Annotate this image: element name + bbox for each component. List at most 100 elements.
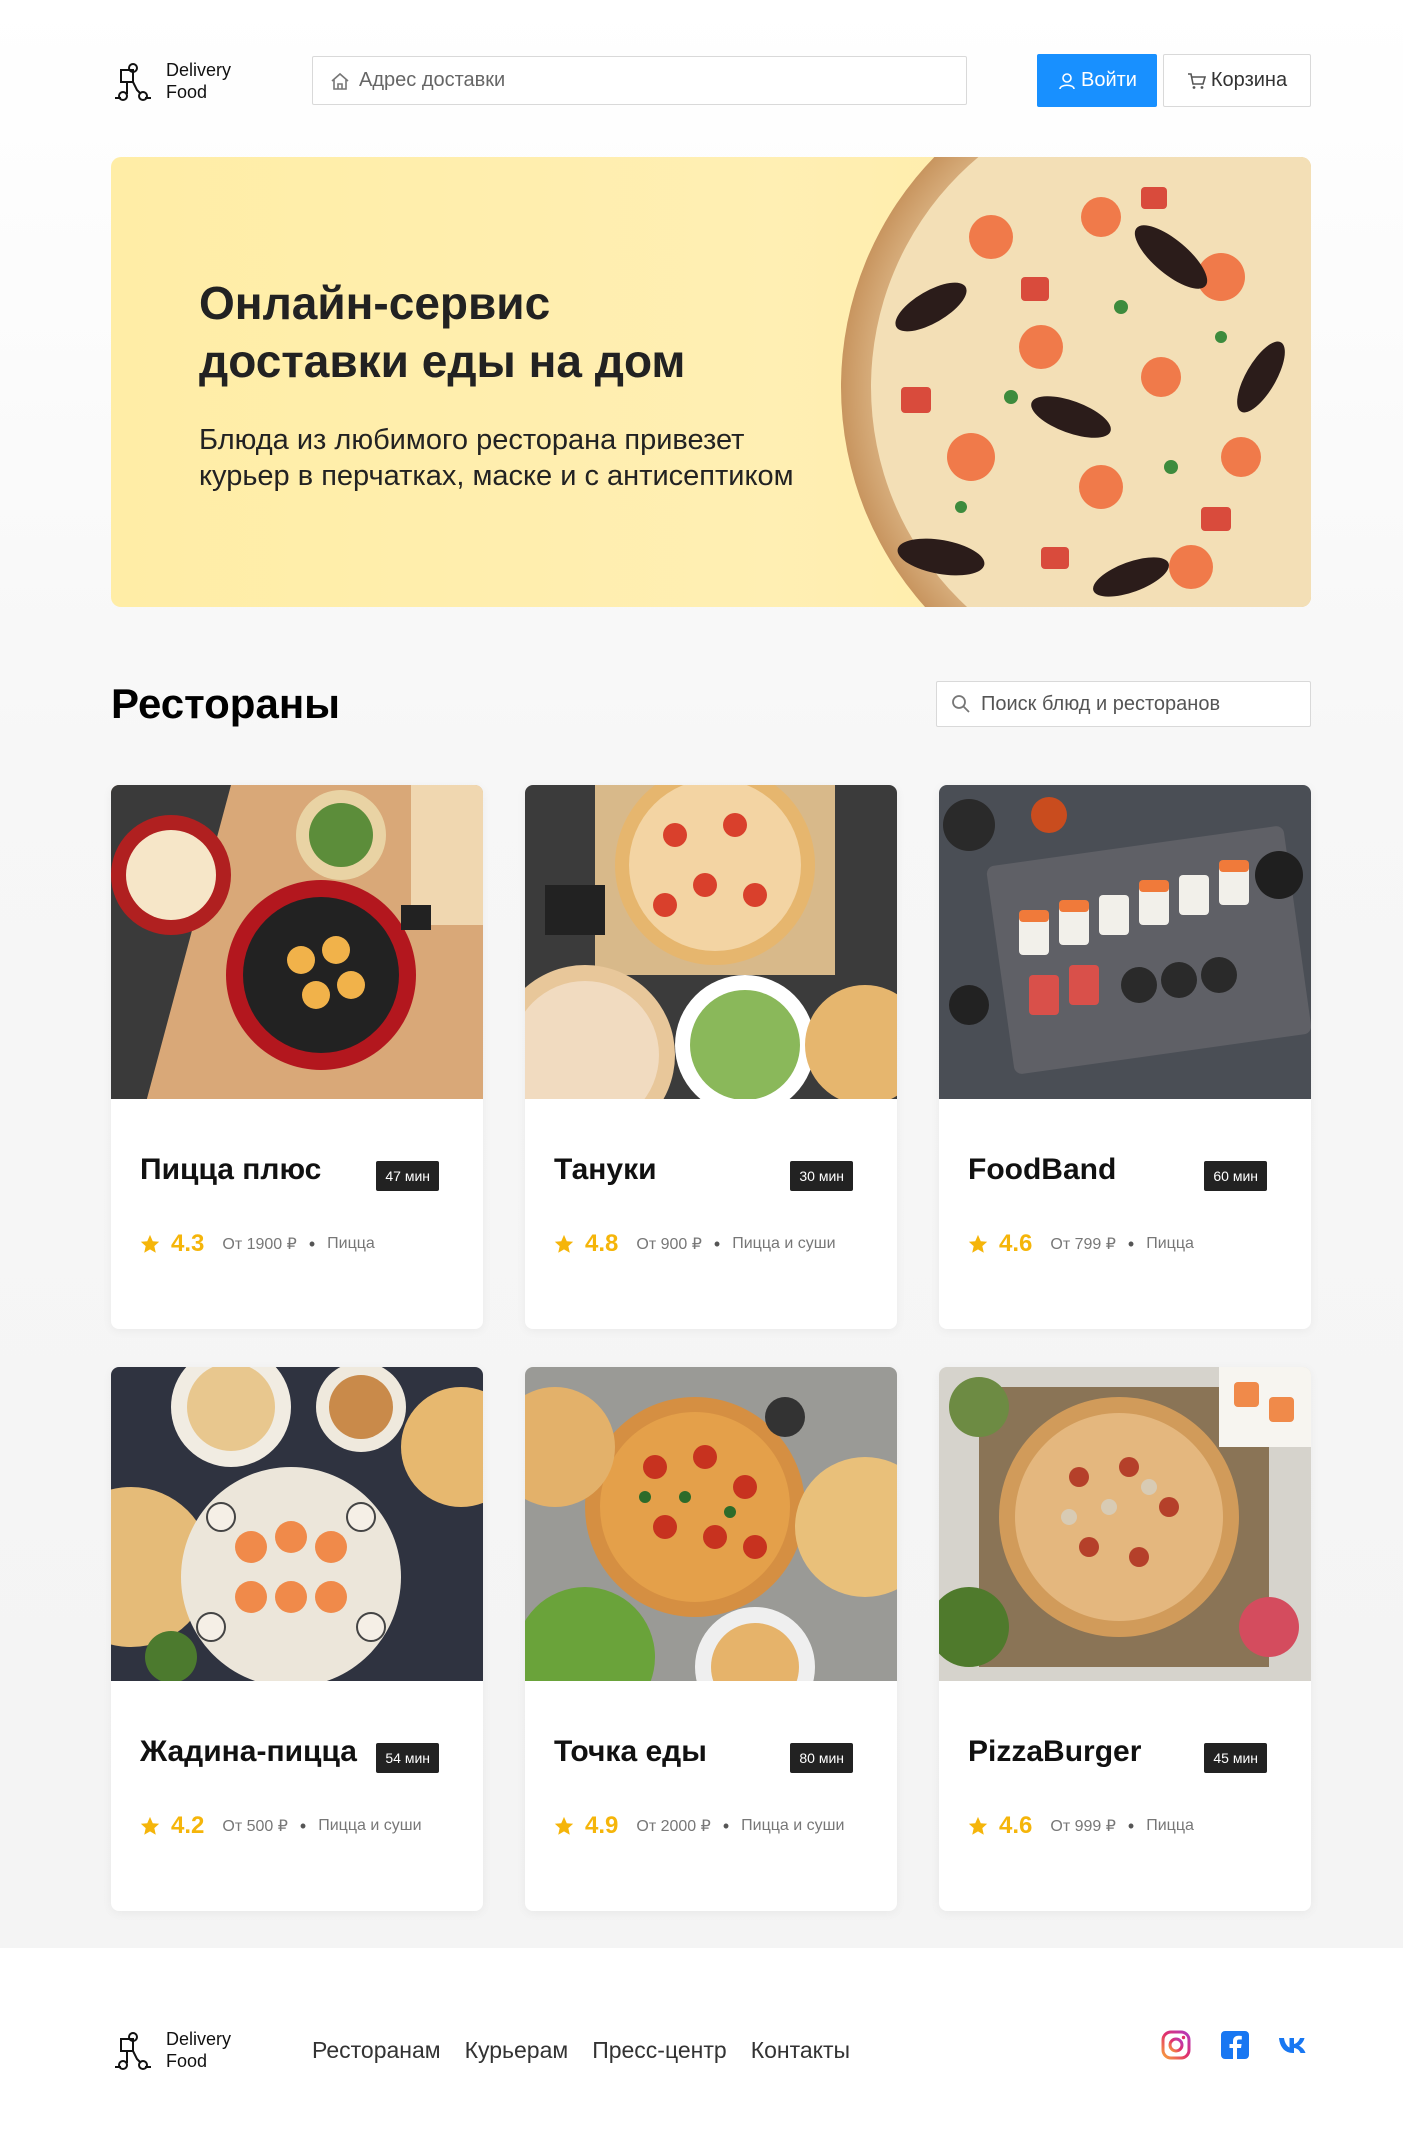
cart-label: Корзина <box>1210 69 1288 91</box>
star-icon <box>968 1234 988 1253</box>
footer: Delivery Food Ресторанам Курьерам Пресс-… <box>111 2020 1311 2080</box>
cart-button[interactable]: Корзина <box>1163 54 1311 107</box>
delivery-time-badge: 80 мин <box>790 1743 853 1773</box>
courier-logo-icon <box>115 2032 151 2070</box>
restaurant-meta: 4.6 От 999 ₽ • Пицца <box>967 1812 1194 1840</box>
restaurant-card[interactable]: Точка еды 80 мин 4.9 От 2000 ₽ • Пицца и… <box>525 1367 897 1911</box>
price-from: От 2000 ₽ <box>636 1818 711 1835</box>
meta-separator: • <box>1127 1233 1135 1254</box>
restaurants-header: Рестораны Поиск блюд и ресторанов <box>111 672 1311 732</box>
header: Delivery Food Адрес доставки Войти Корзи… <box>111 54 1311 107</box>
star-icon <box>140 1234 160 1253</box>
cart-icon <box>1187 72 1206 89</box>
user-icon <box>1059 72 1075 89</box>
logo[interactable]: Delivery Food <box>111 59 312 103</box>
logo-line2: Food <box>166 81 208 102</box>
promo-title: Онлайн-сервис доставки еды на дом <box>199 274 759 390</box>
restaurant-image <box>111 1367 483 1681</box>
price-from: От 500 ₽ <box>222 1818 288 1835</box>
restaurant-name: FoodBand <box>968 1153 1117 1186</box>
footer-logo[interactable]: Delivery Food <box>111 2028 312 2072</box>
courier-logo-icon <box>115 62 151 101</box>
category: Пицца <box>1146 1235 1194 1252</box>
delivery-time-badge: 47 мин <box>376 1161 439 1191</box>
login-button[interactable]: Войти <box>1037 54 1157 107</box>
meta-separator: • <box>713 1233 721 1254</box>
footer-logo-line2: Food <box>166 2051 208 2071</box>
instagram-icon[interactable] <box>1159 2028 1193 2062</box>
rating-value: 4.9 <box>585 1812 619 1839</box>
restaurant-name: Точка еды <box>554 1735 707 1768</box>
star-icon <box>554 1816 574 1835</box>
restaurant-card[interactable]: Жадина-пицца 54 мин 4.2 От 500 ₽ • Пицца… <box>111 1367 483 1911</box>
price-from: От 900 ₽ <box>636 1236 702 1253</box>
footer-link-press[interactable]: Пресс-центр <box>592 2037 727 2064</box>
footer-logo-text: Delivery Food <box>166 2028 231 2072</box>
vk-icon[interactable] <box>1277 2028 1311 2062</box>
social-links <box>1134 2028 1311 2062</box>
restaurant-meta: 4.6 От 799 ₽ • Пицца <box>967 1230 1194 1258</box>
price-from: От 999 ₽ <box>1050 1818 1116 1835</box>
delivery-time-badge: 30 мин <box>790 1161 853 1191</box>
delivery-time-badge: 54 мин <box>376 1743 439 1773</box>
delivery-time-badge: 60 мин <box>1204 1161 1267 1191</box>
rating-value: 4.8 <box>585 1230 619 1257</box>
restaurant-meta: 4.2 От 500 ₽ • Пицца и суши <box>139 1812 422 1840</box>
restaurant-card[interactable]: FoodBand 60 мин 4.6 От 799 ₽ • Пицца <box>939 785 1311 1329</box>
restaurant-name: Тануки <box>554 1153 657 1186</box>
meta-separator: • <box>308 1233 316 1254</box>
search-icon <box>952 695 970 713</box>
restaurant-image <box>525 1367 897 1681</box>
footer-link-contacts[interactable]: Контакты <box>751 2037 850 2064</box>
meta-separator: • <box>299 1815 307 1836</box>
rating-value: 4.6 <box>999 1230 1033 1257</box>
promo-text-line2: курьер в перчатках, маске и с антисептик… <box>199 460 794 492</box>
category: Пицца и суши <box>318 1817 422 1834</box>
rating-value: 4.2 <box>171 1812 205 1839</box>
rating-value: 4.3 <box>171 1230 205 1257</box>
restaurant-image <box>525 785 897 1099</box>
promo-title-line2: доставки еды на дом <box>199 335 686 387</box>
promo-pizza-image <box>841 157 1311 607</box>
restaurants-grid: Пицца плюс 47 мин 4.3 От 1900 ₽ • Пицца … <box>111 785 1311 1911</box>
restaurant-meta: 4.3 От 1900 ₽ • Пицца <box>139 1230 375 1258</box>
login-label: Войти <box>1081 69 1137 91</box>
price-from: От 1900 ₽ <box>222 1236 297 1253</box>
price-from: От 799 ₽ <box>1050 1236 1116 1253</box>
restaurant-image <box>111 785 483 1099</box>
restaurant-image <box>939 1367 1311 1681</box>
footer-logo-line1: Delivery <box>166 2029 232 2049</box>
star-icon <box>968 1816 988 1835</box>
logo-line1: Delivery <box>166 59 232 80</box>
address-input[interactable]: Адрес доставки <box>312 56 967 105</box>
restaurant-name: Жадина-пицца <box>140 1735 357 1768</box>
logo-text: Delivery Food <box>166 59 231 103</box>
restaurant-card[interactable]: Пицца плюс 47 мин 4.3 От 1900 ₽ • Пицца <box>111 785 483 1329</box>
promo-banner: Онлайн-сервис доставки еды на дом Блюда … <box>111 157 1311 607</box>
meta-separator: • <box>1127 1815 1135 1836</box>
search-placeholder: Поиск блюд и ресторанов <box>981 692 1221 715</box>
restaurant-name: Пицца плюс <box>140 1153 322 1186</box>
footer-link-restaurants[interactable]: Ресторанам <box>312 2037 441 2064</box>
meta-separator: • <box>722 1815 730 1836</box>
restaurant-image <box>939 785 1311 1099</box>
category: Пицца и суши <box>741 1817 845 1834</box>
delivery-time-badge: 45 мин <box>1204 1743 1267 1773</box>
footer-link-couriers[interactable]: Курьерам <box>465 2037 569 2064</box>
star-icon <box>554 1234 574 1253</box>
promo-text-line1: Блюда из любимого ресторана привезет <box>199 424 745 456</box>
facebook-icon[interactable] <box>1218 2028 1252 2062</box>
search-input[interactable]: Поиск блюд и ресторанов <box>936 681 1311 727</box>
restaurant-card[interactable]: Тануки 30 мин 4.8 От 900 ₽ • Пицца и суш… <box>525 785 897 1329</box>
restaurant-card[interactable]: PizzaBurger 45 мин 4.6 От 999 ₽ • Пицца <box>939 1367 1311 1911</box>
star-icon <box>140 1816 160 1835</box>
rating-value: 4.6 <box>999 1812 1033 1839</box>
footer-nav: Ресторанам Курьерам Пресс-центр Контакты <box>312 2037 874 2064</box>
restaurant-meta: 4.8 От 900 ₽ • Пицца и суши <box>553 1230 836 1258</box>
home-icon <box>331 72 349 90</box>
category: Пицца <box>1146 1817 1194 1834</box>
promo-title-line1: Онлайн-сервис <box>199 277 551 329</box>
category: Пицца <box>327 1235 375 1252</box>
restaurants-title: Рестораны <box>111 680 341 727</box>
category: Пицца и суши <box>732 1235 836 1252</box>
